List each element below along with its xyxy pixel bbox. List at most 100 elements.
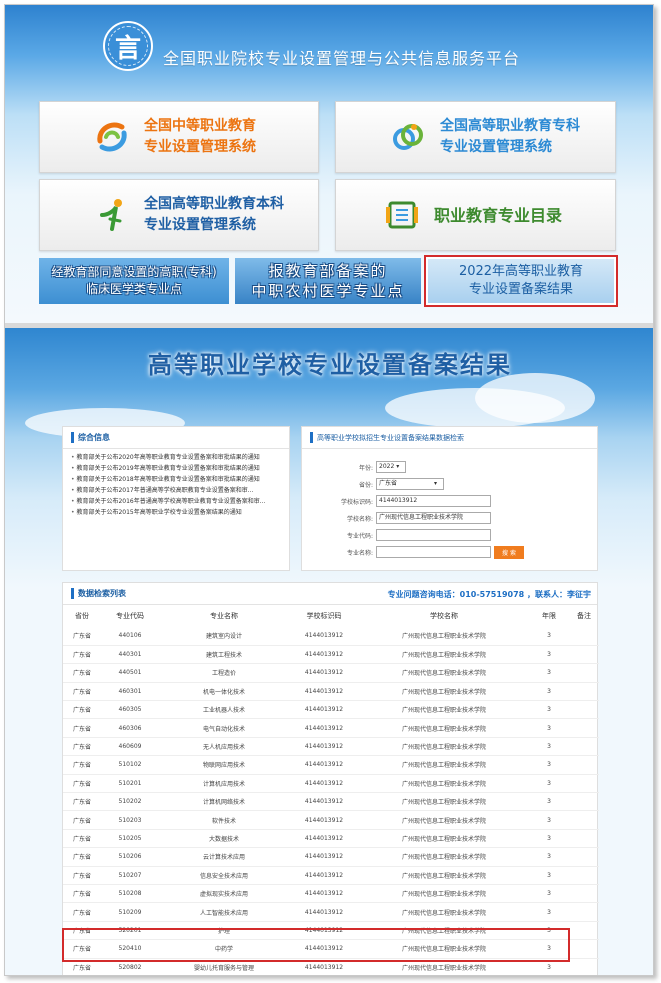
table-cell: 3 (529, 737, 569, 757)
news-link[interactable]: 教育部关于公布2017年普通高等学校高职教育专业设置备案和审... (71, 485, 291, 496)
column-header: 年限 (542, 612, 556, 620)
table-cell: 广州现代信息工程职业技术学院 (359, 755, 529, 775)
table-cell: 工业机器人技术 (159, 700, 289, 720)
table-row: 广东省 510207 信息安全技术应用 4144013912 广州现代信息工程职业技术学… (63, 866, 599, 885)
system-title-line: 职业教育专业目录 (434, 205, 563, 225)
major-name-input[interactable] (376, 546, 491, 558)
table-cell: 广州现代信息工程职业技术学院 (359, 682, 529, 702)
table-cell (569, 627, 599, 646)
table-cell: 广州现代信息工程职业技术学院 (359, 810, 529, 830)
banner-line: 中职农村医学专业点 (251, 282, 405, 300)
higher-vocational-college-system-button[interactable]: 全国高等职业教育专科 专业设置管理系统 (335, 101, 616, 173)
results-table: 省份 专业代码 专业名称 学校标识码 学校名称 年限 备注 广东省 440106 建… (63, 605, 599, 975)
search-button[interactable]: 搜 索 (494, 545, 524, 559)
table-cell: 无人机应用技术 (159, 737, 289, 757)
table-cell: 广东省 (63, 866, 101, 885)
table-cell: 510207 (101, 866, 159, 885)
table-cell: 广东省 (63, 645, 101, 665)
school-id-row: 学校标识码: 4144013912 (302, 493, 597, 509)
news-link[interactable]: 教育部关于公布2020年高等职业教育专业设置备案和审批结果的通知 (71, 452, 291, 463)
news-link[interactable]: 教育部关于公布2018年高等职业教育专业设置备案和审批结果的通知 (71, 474, 291, 485)
column-header: 专业名称 (210, 612, 238, 620)
table-cell: 广州现代信息工程职业技术学院 (359, 866, 529, 885)
table-cell (569, 755, 599, 775)
system-title-line: 全国高等职业教育本科 (144, 196, 284, 212)
table-cell: 广东省 (63, 682, 101, 702)
table-cell: 440301 (101, 645, 159, 665)
info-panel: 综合信息 教育部关于公布2020年高等职业教育专业设置备案和审批结果的通知 教育… (62, 426, 290, 571)
table-cell (569, 866, 599, 885)
news-link[interactable]: 教育部关于公布2015年高等职业学校专业设置备案结果的通知 (71, 507, 291, 518)
heading-bar-icon (71, 432, 74, 443)
table-cell: 3 (529, 847, 569, 867)
column-header: 备注 (577, 612, 591, 620)
column-header: 学校名称 (430, 612, 458, 620)
banner-line: 2022年高等职业教育 (458, 264, 584, 279)
table-cell: 广州现代信息工程职业技术学院 (359, 847, 529, 867)
table-cell: 广州现代信息工程职业技术学院 (359, 829, 529, 849)
table-cell: 510203 (101, 810, 159, 830)
table-row: 广东省 460301 机电一体化技术 4144013912 广州现代信息工程职业技术学院… (63, 682, 599, 702)
table-cell: 4144013912 (289, 774, 359, 794)
table-body: 广东省 440106 建筑室内设计 4144013912 广州现代信息工程职业技术学院 3… (63, 627, 599, 975)
table-cell: 3 (529, 810, 569, 830)
table-cell: 广东省 (63, 774, 101, 794)
secondary-vocational-system-button[interactable]: 全国中等职业教育 专业设置管理系统 (39, 101, 319, 173)
table-cell (569, 737, 599, 757)
table-row: 广东省 510208 虚拟现实技术应用 4144013912 广州现代信息工程职业技术学… (63, 884, 599, 904)
swirl-icon (97, 122, 127, 152)
table-cell: 广东省 (63, 902, 101, 922)
table-cell: 3 (529, 884, 569, 904)
table-cell: 4144013912 (289, 663, 359, 683)
table-cell: 广东省 (63, 792, 101, 812)
year-value: 2022 (379, 463, 395, 470)
major-code-input[interactable] (376, 529, 491, 541)
table-cell: 4144013912 (289, 902, 359, 922)
table-cell: 广州现代信息工程职业技术学院 (359, 718, 529, 738)
clinical-medicine-banner[interactable]: 经教育部同意设置的高职(专科) 临床医学类专业点 (39, 258, 229, 304)
news-link[interactable]: 教育部关于公布2016年普通高等学校高等职业教育专业设置备案和审... (71, 496, 291, 507)
table-cell (569, 700, 599, 720)
year-row: 年份: 2022 ▾ (302, 459, 597, 475)
table-row: 广东省 440501 工程造价 4144013912 广州现代信息工程职业技术学院 3 (63, 663, 599, 683)
vocational-major-catalog-button[interactable]: 职业教育专业目录 (335, 179, 616, 251)
page-frame: 言 全国职业院校专业设置管理与公共信息服务平台 全国中等职业教育 专业设置管理系… (4, 4, 654, 976)
table-cell: 电气自动化技术 (159, 718, 289, 738)
rural-medicine-banner[interactable]: 报教育部备案的 中职农村医学专业点 (235, 258, 421, 304)
table-row: 广东省 440106 建筑室内设计 4144013912 广州现代信息工程职业技术学院 3 (63, 627, 599, 646)
table-cell: 广州现代信息工程职业技术学院 (359, 884, 529, 904)
table-cell: 4144013912 (289, 847, 359, 867)
major-code-label: 专业代码: (346, 532, 373, 540)
table-cell: 广州现代信息工程职业技术学院 (359, 774, 529, 794)
table-row: 广东省 510203 软件技术 4144013912 广州现代信息工程职业技术学院 3 (63, 810, 599, 830)
higher-vocational-undergraduate-system-button[interactable]: 全国高等职业教育本科 专业设置管理系统 (39, 179, 319, 251)
major-name-row: 专业名称: 搜 索 (302, 544, 597, 560)
filing-results-2022-banner[interactable]: 2022年高等职业教育 专业设置备案结果 (424, 255, 618, 307)
major-name-label: 专业名称: (346, 549, 373, 557)
platform-title: 全国职业院校专业设置管理与公共信息服务平台 (163, 49, 521, 68)
table-cell: 3 (529, 718, 569, 738)
table-cell: 广州现代信息工程职业技术学院 (359, 792, 529, 812)
school-id-input[interactable]: 4144013912 (376, 495, 491, 507)
table-cell (569, 902, 599, 922)
system-title-line: 专业设置管理系统 (144, 139, 256, 155)
table-cell: 建筑工程技术 (159, 645, 289, 665)
table-cell (569, 958, 599, 975)
table-cell (569, 829, 599, 849)
table-row: 广东省 460305 工业机器人技术 4144013912 广州现代信息工程职业技术学院… (63, 700, 599, 720)
table-cell: 工程造价 (159, 663, 289, 683)
table-cell: 人工智能技术应用 (159, 902, 289, 922)
news-link[interactable]: 教育部关于公布2019年高等职业教育专业设置备案和审批结果的通知 (71, 463, 291, 474)
cloud-decoration (475, 373, 595, 423)
info-panel-header: 综合信息 (63, 427, 289, 449)
table-row: 广东省 510201 计算机应用技术 4144013912 广州现代信息工程职业技术学院… (63, 774, 599, 794)
school-name-input[interactable]: 广州现代信息工程职业技术学院 (376, 512, 491, 524)
column-header: 学校标识码 (306, 612, 342, 620)
table-row: 广东省 510205 大数据技术 4144013912 广州现代信息工程职业技术学院 3 (63, 829, 599, 849)
table-cell: 3 (529, 682, 569, 702)
table-cell: 广东省 (63, 718, 101, 738)
table-cell: 510201 (101, 774, 159, 794)
year-select[interactable]: 2022 ▾ (376, 461, 406, 473)
province-select[interactable]: 广东省 ▾ (376, 478, 444, 490)
table-cell: 3 (529, 700, 569, 720)
